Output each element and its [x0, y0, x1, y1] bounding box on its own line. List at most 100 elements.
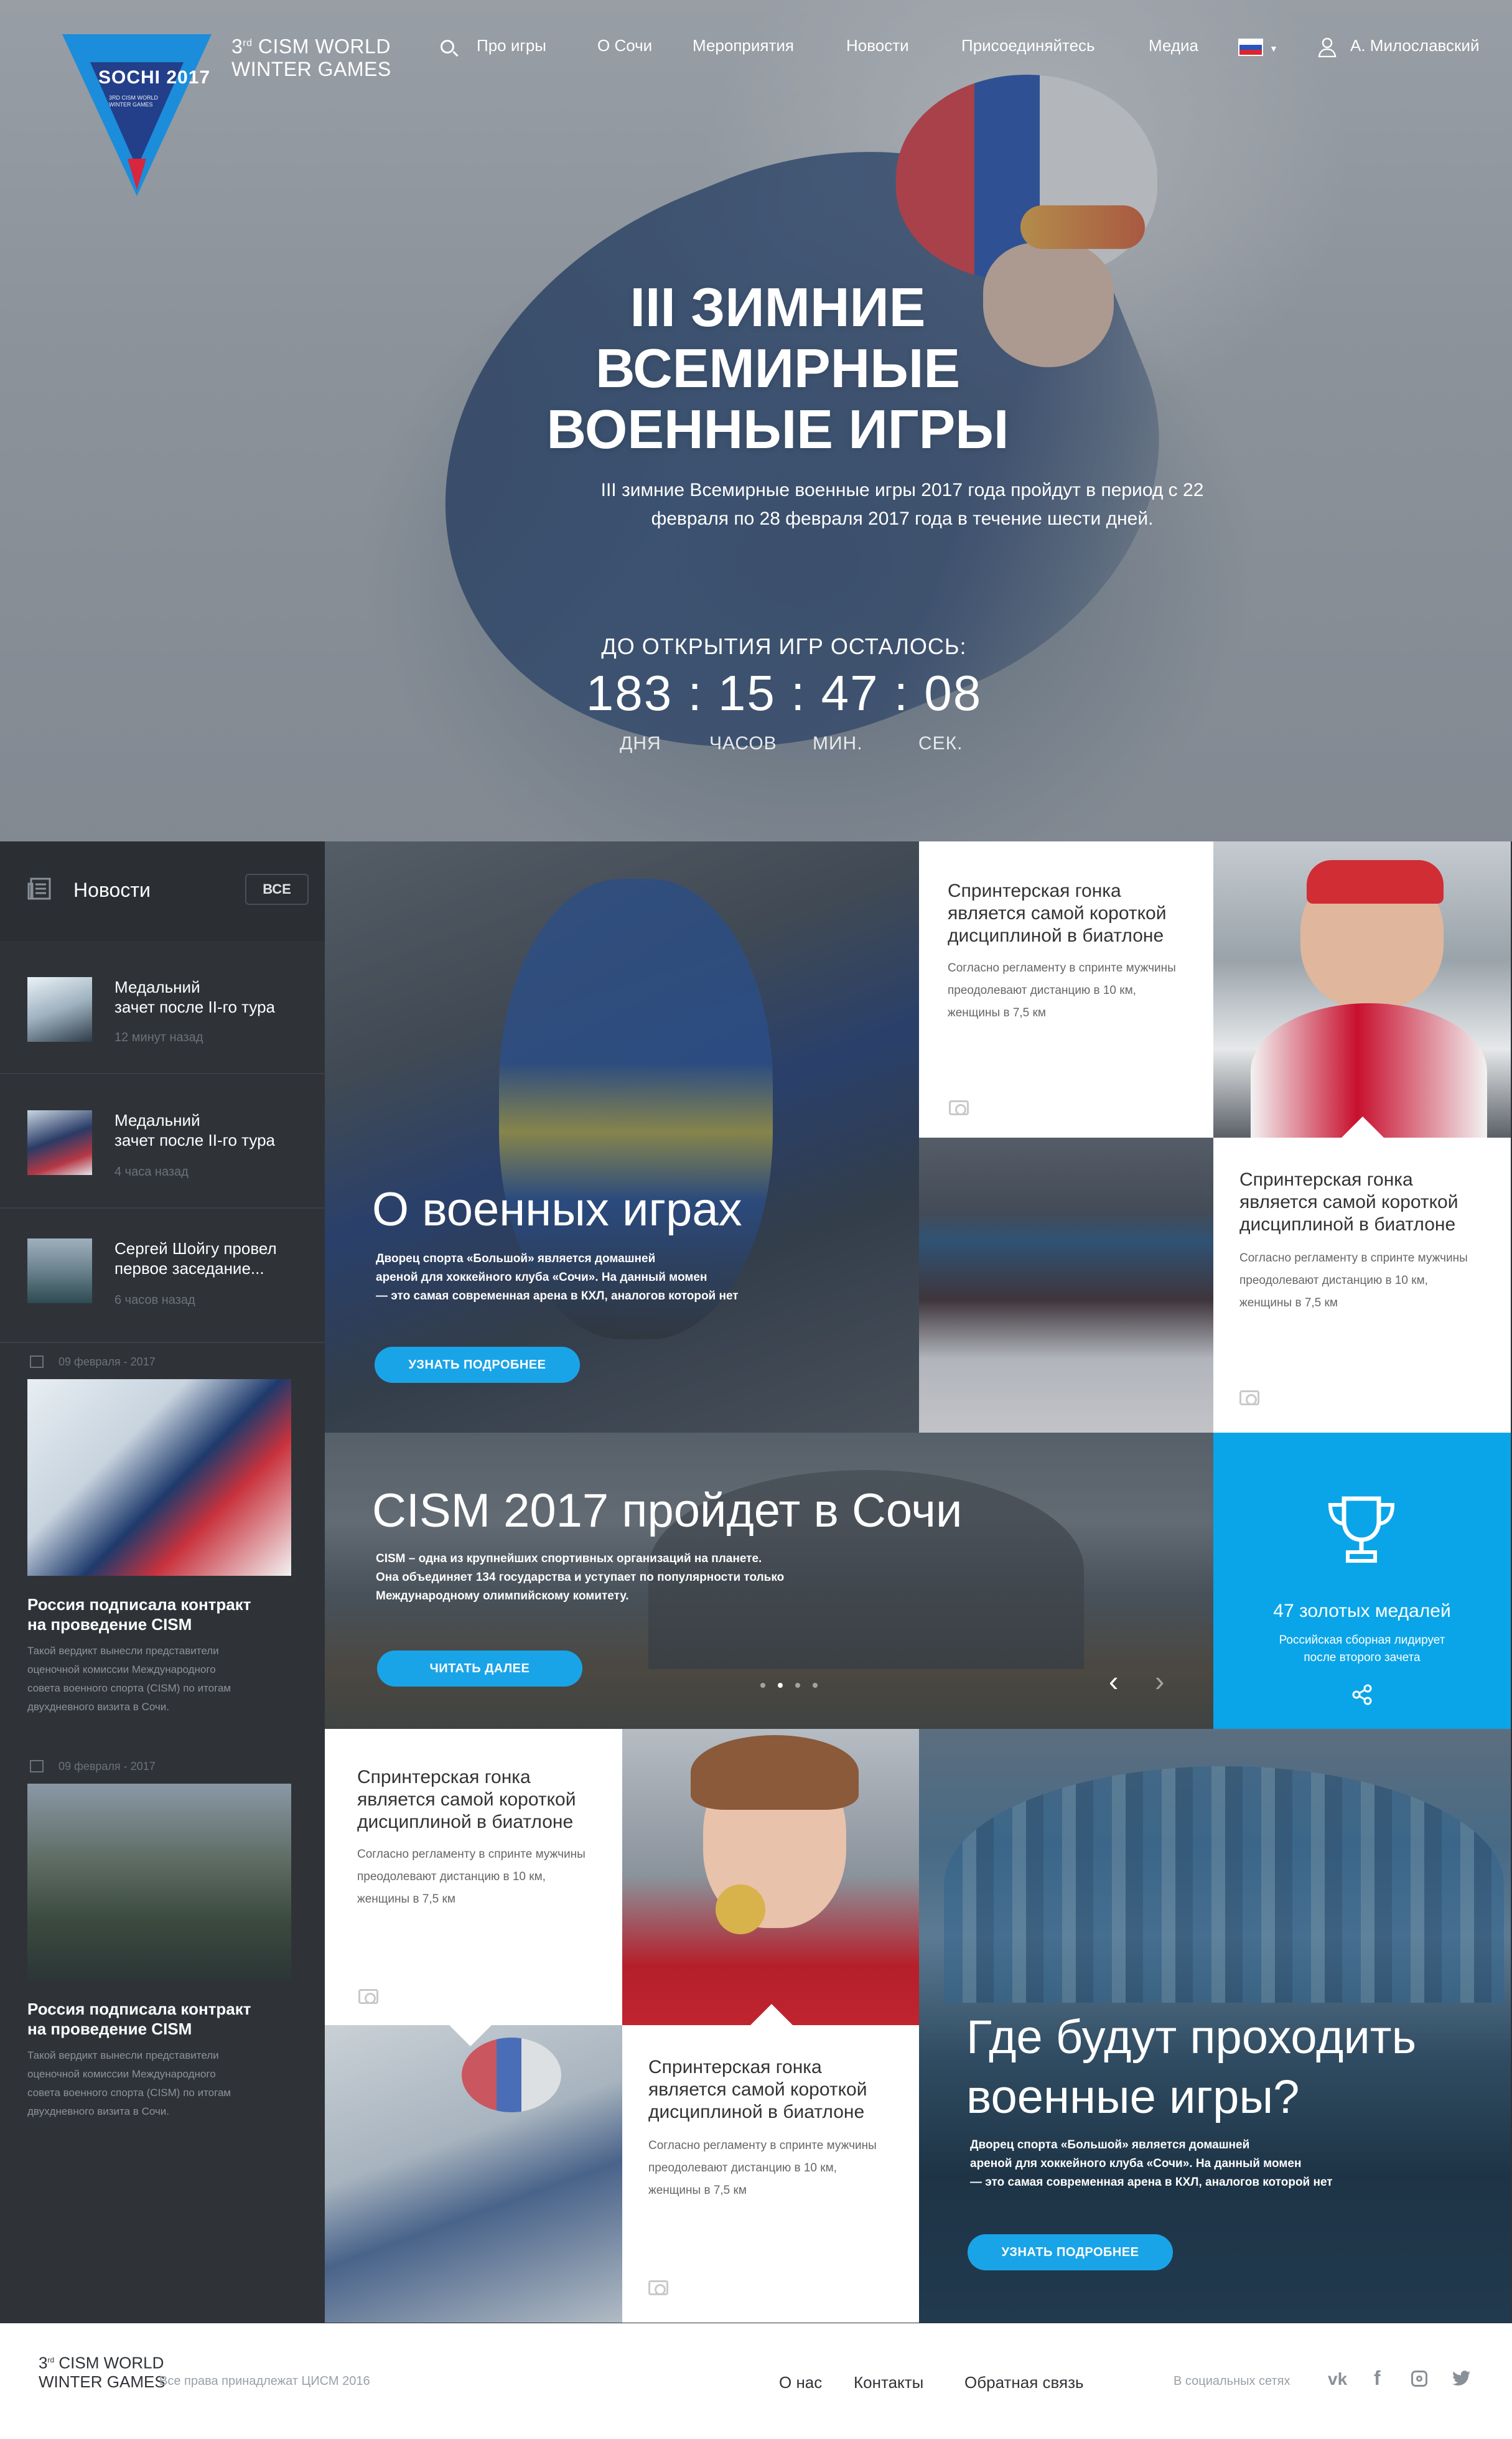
card-heading: Спринтерская гонка является самой коротко…	[1239, 1169, 1458, 1235]
countdown-unit-minutes: МИН.	[813, 733, 863, 754]
feature-image	[27, 1784, 291, 1980]
footer-copyright: Все права принадлежат ЦИСМ 2016	[159, 2374, 370, 2388]
feature-title: Россия подписала контракт на проведение …	[27, 2000, 251, 2038]
news-sidebar-header: Новости ВСЕ	[0, 841, 325, 941]
card-tile[interactable]: Спринтерская гонка является самой коротко…	[1213, 1138, 1511, 1433]
about-more-button[interactable]: УЗНАТЬ ПОДРОБНЕЕ	[375, 1347, 580, 1383]
news-thumbnail	[27, 1238, 92, 1303]
camera-icon	[648, 2280, 668, 2295]
footer-link-feedback[interactable]: Обратная связь	[964, 2373, 1084, 2392]
feature-date: 09 февраля - 2017	[58, 1355, 156, 1368]
instagram-icon[interactable]	[1411, 2371, 1427, 2387]
card-text: Согласно регламенту в спринте мужчины пре…	[948, 962, 1176, 1019]
medals-tile[interactable]: 47 золотых медалей Российская сборная ли…	[1213, 1433, 1511, 1729]
cism-read-more-button[interactable]: ЧИТАТЬ ДАЛЕЕ	[377, 1650, 582, 1687]
card-tile[interactable]: Спринтерская гонка является самой коротко…	[325, 1729, 622, 2025]
feature-date: 09 февраля - 2017	[58, 1760, 156, 1772]
cism-title: CISM 2017 пройдет в Сочи	[372, 1484, 963, 1537]
user-name-link[interactable]: А. Милославский	[1350, 36, 1479, 55]
hero-lead: III зимние Всемирные военные игры 2017 г…	[600, 480, 1204, 529]
calendar-icon	[30, 1355, 44, 1368]
hero-section: SOCHI 2017 3RD CISM WORLD WINTER GAMES 3…	[0, 0, 1512, 841]
feature-news-item[interactable]: 09 февраля - 2017 Россия подписала контр…	[0, 1748, 325, 2152]
feature-text: Такой вердикт вынесли представители оцен…	[27, 1645, 231, 1713]
camera-icon	[949, 1100, 969, 1115]
stadium-photo-tile[interactable]	[919, 1138, 1213, 1433]
chevron-down-icon[interactable]: ▼	[1269, 44, 1278, 54]
cism-slider: CISM 2017 пройдет в Сочи CISM – одна из …	[325, 1433, 1213, 1729]
card-heading: Спринтерская гонка является самой коротко…	[948, 881, 1167, 946]
all-news-button[interactable]: ВСЕ	[245, 874, 309, 905]
slider-prev-icon[interactable]: ‹	[1109, 1664, 1118, 1698]
nav-events[interactable]: Мероприятия	[693, 36, 794, 55]
search-icon[interactable]	[441, 40, 454, 54]
card-heading: Спринтерская гонка является самой коротко…	[648, 2057, 867, 2122]
card-tile[interactable]: Спринтерская гонка является самой коротко…	[622, 2025, 919, 2323]
news-item-time: 12 минут назад	[114, 1031, 203, 1044]
footer-link-about[interactable]: О нас	[779, 2373, 822, 2392]
footer-link-contacts[interactable]: Контакты	[854, 2373, 923, 2392]
countdown-unit-hours: ЧАСОВ	[709, 733, 777, 754]
calendar-icon	[30, 1760, 44, 1772]
about-text: Дворец спорта «Большой» является домашне…	[376, 1252, 739, 1303]
about-title: О военных играх	[372, 1183, 742, 1236]
footer-social-label: В социальных сетях	[1174, 2374, 1290, 2388]
feature-news-item[interactable]: 09 февраля - 2017 Россия подписала контр…	[0, 1343, 325, 1748]
feature-text: Такой вердикт вынесли представители оцен…	[27, 2049, 231, 2117]
medals-title: 47 золотых медалей	[1273, 1601, 1451, 1621]
venue-title: Где будут проходить военные игры?	[966, 2011, 1417, 2123]
slider-dots	[760, 1683, 818, 1688]
nav-about-sochi[interactable]: О Сочи	[597, 36, 652, 55]
venue-more-button[interactable]: УЗНАТЬ ПОДРОБНЕЕ	[968, 2234, 1173, 2270]
nav-join[interactable]: Присоединяйтесь	[961, 36, 1095, 55]
facebook-icon[interactable]: f	[1374, 2367, 1381, 2390]
user-icon[interactable]	[1318, 37, 1337, 57]
countdown-value: 183 : 15 : 47 : 08	[586, 665, 982, 721]
trophy-icon	[1328, 1496, 1395, 1563]
slider-next-icon[interactable]: ›	[1155, 1664, 1164, 1698]
nav-media[interactable]: Медиа	[1149, 36, 1198, 55]
nav-about-games[interactable]: Про игры	[477, 36, 546, 55]
language-flag-ru[interactable]	[1238, 39, 1263, 56]
hero-title: III ЗИМНИЕ ВСЕМИРНЫЕ ВОЕННЫЕ ИГРЫ	[546, 276, 1009, 460]
news-thumbnail	[27, 1110, 92, 1175]
news-thumbnail	[27, 977, 92, 1042]
venue-text: Дворец спорта «Большой» является домашне…	[970, 2138, 1333, 2189]
feature-title: Россия подписала контракт на проведение …	[27, 1595, 251, 1634]
logo-text: SOCHI 2017	[98, 67, 211, 88]
news-item-title: Медальний зачет после II-го тура	[114, 978, 276, 1016]
camera-icon	[358, 1989, 378, 2004]
slider-dot[interactable]	[813, 1683, 818, 1688]
about-games-tile: О военных играх Дворец спорта «Большой» …	[325, 841, 919, 1433]
medals-text: Российская сборная лидирует после второг…	[1279, 1634, 1445, 1664]
skater-photo-tile[interactable]	[325, 2025, 622, 2323]
biathlete-photo-tile[interactable]	[1213, 841, 1511, 1138]
news-item-time: 6 часов назад	[114, 1293, 195, 1307]
slider-dot[interactable]	[795, 1683, 800, 1688]
card-text: Согласно регламенту в спринте мужчины пре…	[1239, 1252, 1468, 1309]
slider-dot-active[interactable]	[778, 1683, 783, 1688]
twitter-icon[interactable]	[1452, 2371, 1471, 2387]
news-item-title: Сергей Шойгу провел первое заседание...	[114, 1239, 277, 1278]
medalist-photo-tile[interactable]	[622, 1729, 919, 2025]
share-icon[interactable]	[1351, 1684, 1373, 1705]
countdown-unit-seconds: СЕК.	[918, 733, 963, 754]
brand-name[interactable]: 3rd CISM WORLD WINTER GAMES	[231, 32, 391, 80]
logo-subtext: 3RD CISM WORLD WINTER GAMES	[109, 95, 159, 108]
newspaper-icon	[27, 878, 51, 900]
vk-icon[interactable]: vk	[1328, 2369, 1347, 2389]
card-heading: Спринтерская гонка является самой коротко…	[357, 1767, 576, 1832]
news-item-time: 4 часа назад	[114, 1165, 189, 1179]
list-item[interactable]: Медальний зачет после II-го тура 4 часа …	[0, 1075, 325, 1209]
venue-tile: Где будут проходить военные игры? Дворец…	[919, 1729, 1511, 2323]
list-item[interactable]: Медальний зачет после II-го тура 12 мину…	[0, 941, 325, 1074]
gold-medal	[716, 1884, 765, 1934]
footer: 3rd CISM WORLD WINTER GAMES Все права пр…	[0, 2323, 1512, 2439]
slider-dot[interactable]	[760, 1683, 765, 1688]
nav-news[interactable]: Новости	[846, 36, 909, 55]
countdown-unit-days: ДНЯ	[620, 733, 661, 754]
news-sidebar-title: Новости	[73, 879, 151, 901]
card-tile[interactable]: Спринтерская гонка является самой коротко…	[919, 841, 1213, 1138]
footer-brand[interactable]: 3rd CISM WORLD WINTER GAMES	[39, 2351, 166, 2391]
list-item[interactable]: Сергей Шойгу провел первое заседание... …	[0, 1210, 325, 1343]
